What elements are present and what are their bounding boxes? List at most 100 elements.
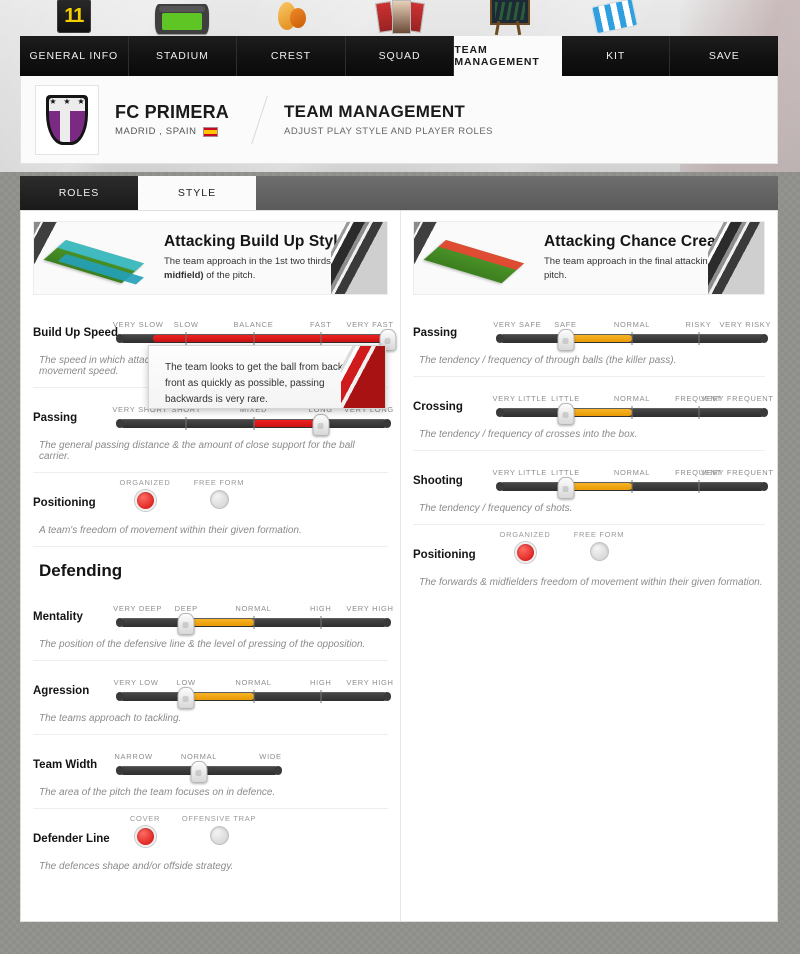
radio-dot-icon[interactable] (209, 490, 229, 509)
shooting-slider[interactable]: VERY LITTLE LITTLE NORMAL FREQUENT VERY FREQ… (492, 468, 773, 499)
passing-label: Passing (33, 412, 78, 424)
slider-notch (631, 480, 633, 493)
nav-tab-save[interactable]: SAVE (670, 36, 778, 76)
tactics-board-icon (478, 0, 538, 36)
tick-label: VERY SLOW (112, 320, 164, 329)
left-column: Attacking Build Up Style The team approac… (21, 211, 401, 921)
tick-label: NORMAL (613, 468, 651, 477)
jersey-number-icon: 11 (44, 0, 104, 36)
club-name: FC PRIMERA (115, 102, 229, 122)
positioning-option-free-form[interactable]: FREE FORM (193, 478, 245, 511)
crossing-tick-labels: VERY LITTLE LITTLE NORMAL FREQUENT VERY FREQ… (492, 394, 773, 406)
positioning-option-organized[interactable]: ORGANIZED (119, 478, 171, 511)
page-title: TEAM MANAGEMENT (284, 102, 466, 121)
tooltip-arrow-icon (181, 346, 197, 347)
radio-dot-icon[interactable] (134, 490, 156, 511)
page-title-block: TEAM MANAGEMENT ADJUST PLAY STYLE AND PL… (284, 102, 493, 137)
mentality-fill (186, 619, 254, 626)
tick-label: NORMAL (235, 604, 272, 613)
team-width-slider[interactable]: NARROW NORMAL WIDE (114, 752, 282, 783)
mentality-track[interactable] (116, 613, 391, 635)
build-up-speed-track[interactable] (116, 329, 397, 351)
sub-tab-roles[interactable]: ROLES (20, 176, 138, 210)
mentality-label: Mentality (33, 611, 83, 623)
crossing-handle[interactable] (557, 403, 574, 425)
nav-tab-label: GENERAL INFO (29, 50, 119, 62)
chance-passing-track[interactable] (496, 329, 768, 351)
team-width-track[interactable] (116, 761, 282, 783)
tick-label: NORMAL (613, 320, 651, 329)
tick-label: VERY LITTLE (492, 394, 547, 403)
chance-passing-help-text: The tendency / frequency of through ball… (419, 355, 677, 366)
radio-dot-icon[interactable] (134, 826, 156, 847)
shooting-fill (565, 483, 632, 490)
agression-slider[interactable]: VERY LOW LOW NORMAL HIGH VERY HIGH (114, 678, 393, 709)
shooting-label: Shooting (413, 475, 463, 487)
radio-option-label: ORGANIZED (119, 478, 171, 487)
sub-tab-style[interactable]: STYLE (138, 176, 256, 210)
mentality-slider[interactable]: VERY DEEP DEEP NORMAL HIGH VERY HIGH (113, 604, 393, 635)
sub-tab-label: STYLE (177, 187, 217, 199)
tick-label: HIGH (309, 604, 332, 613)
agression-track[interactable] (116, 687, 391, 709)
defender-line-option-offensive-trap[interactable]: OFFENSIVE TRAP (182, 814, 255, 847)
nav-tab-general-info[interactable]: 11 GENERAL INFO (20, 0, 129, 76)
tooltip-stripe-decoration (341, 346, 385, 408)
stadium-icon (152, 0, 212, 36)
header-stripe-right (331, 222, 387, 294)
club-text: FC PRIMERA MADRID , SPAIN (115, 102, 229, 137)
slider-notch (698, 480, 699, 493)
radio-option-label: FREE FORM (193, 478, 245, 487)
radio-option-label: OFFENSIVE TRAP (181, 814, 257, 823)
agression-handle[interactable] (177, 687, 195, 709)
build-up-speed-label: Build Up Speed (33, 327, 118, 339)
mentality-handle[interactable] (177, 613, 195, 635)
passing-handle[interactable] (312, 414, 330, 436)
slider-notch (631, 406, 633, 419)
radio-dot-icon[interactable] (209, 826, 229, 845)
club-header-card: ★ ★ ★ FC PRIMERA MADRID , SPAIN TEAM MANAG… (20, 76, 778, 164)
crossing-slider[interactable]: VERY LITTLE LITTLE NORMAL FREQUENT VERY FREQ… (492, 394, 773, 425)
chance-positioning-option-free-form[interactable]: FREE FORM (573, 530, 625, 563)
nav-tab-kit[interactable]: KIT (562, 0, 671, 76)
slider-notch (698, 332, 699, 345)
positioning-label: Positioning (33, 497, 96, 509)
defender-line-option-cover[interactable]: COVER (119, 814, 171, 847)
nav-tab-label: TEAM MANAGEMENT (454, 44, 540, 68)
shooting-handle[interactable] (557, 477, 574, 499)
radio-dot-icon[interactable] (589, 542, 609, 561)
nav-tab-crest[interactable]: CREST (237, 2, 346, 76)
passing-track[interactable] (116, 414, 391, 436)
shooting-control: Shooting VERY LITTLE LITTLE NORMAL FREQUENT V… (413, 451, 773, 525)
chance-passing-handle[interactable] (557, 329, 574, 351)
nav-tab-label: CREST (270, 50, 311, 62)
shooting-track[interactable] (496, 477, 768, 499)
tick-label: VERY LOW (113, 678, 159, 687)
positioning-help-text: A team's freedom of movement within thei… (39, 525, 302, 536)
build-up-speed-slider[interactable]: VERY SLOW SLOW BALANCE FAST VERY FAST (113, 320, 397, 351)
nav-tab-team-management[interactable]: TEAM MANAGEMENT (454, 0, 562, 76)
slider-notch (185, 332, 187, 345)
kit-icon (586, 0, 646, 36)
slider-notch (698, 406, 699, 419)
tick-label: HIGH (309, 678, 332, 687)
nav-tab-label: KIT (606, 50, 626, 62)
chance-positioning-option-organized[interactable]: ORGANIZED (499, 530, 551, 563)
crossing-label: Crossing (413, 401, 463, 413)
build-up-speed-tick-labels: VERY SLOW SLOW BALANCE FAST VERY FAST (113, 320, 393, 332)
slider-notch (631, 332, 633, 345)
tick-label: VERY RISKY (719, 320, 772, 329)
nav-tab-stadium[interactable]: STADIUM (129, 4, 238, 76)
radio-option-label: ORGANIZED (499, 530, 551, 539)
team-width-handle[interactable] (190, 761, 208, 783)
sub-tab-label: ROLES (58, 187, 100, 199)
tick-label: SLOW (173, 320, 199, 329)
chance-positioning-control: Positioning ORGANIZED FREE FORM The forward… (413, 525, 765, 598)
chance-passing-slider[interactable]: VERY SAFE SAFE NORMAL RISKY VERY RISKY (493, 320, 771, 351)
tick-label: BALANCE (233, 320, 274, 329)
tick-label: DEEP (174, 604, 198, 613)
nav-tab-squad[interactable]: SQUAD (346, 0, 455, 76)
slider-notch (253, 332, 254, 345)
radio-dot-icon[interactable] (514, 542, 536, 563)
crossing-track[interactable] (496, 403, 768, 425)
